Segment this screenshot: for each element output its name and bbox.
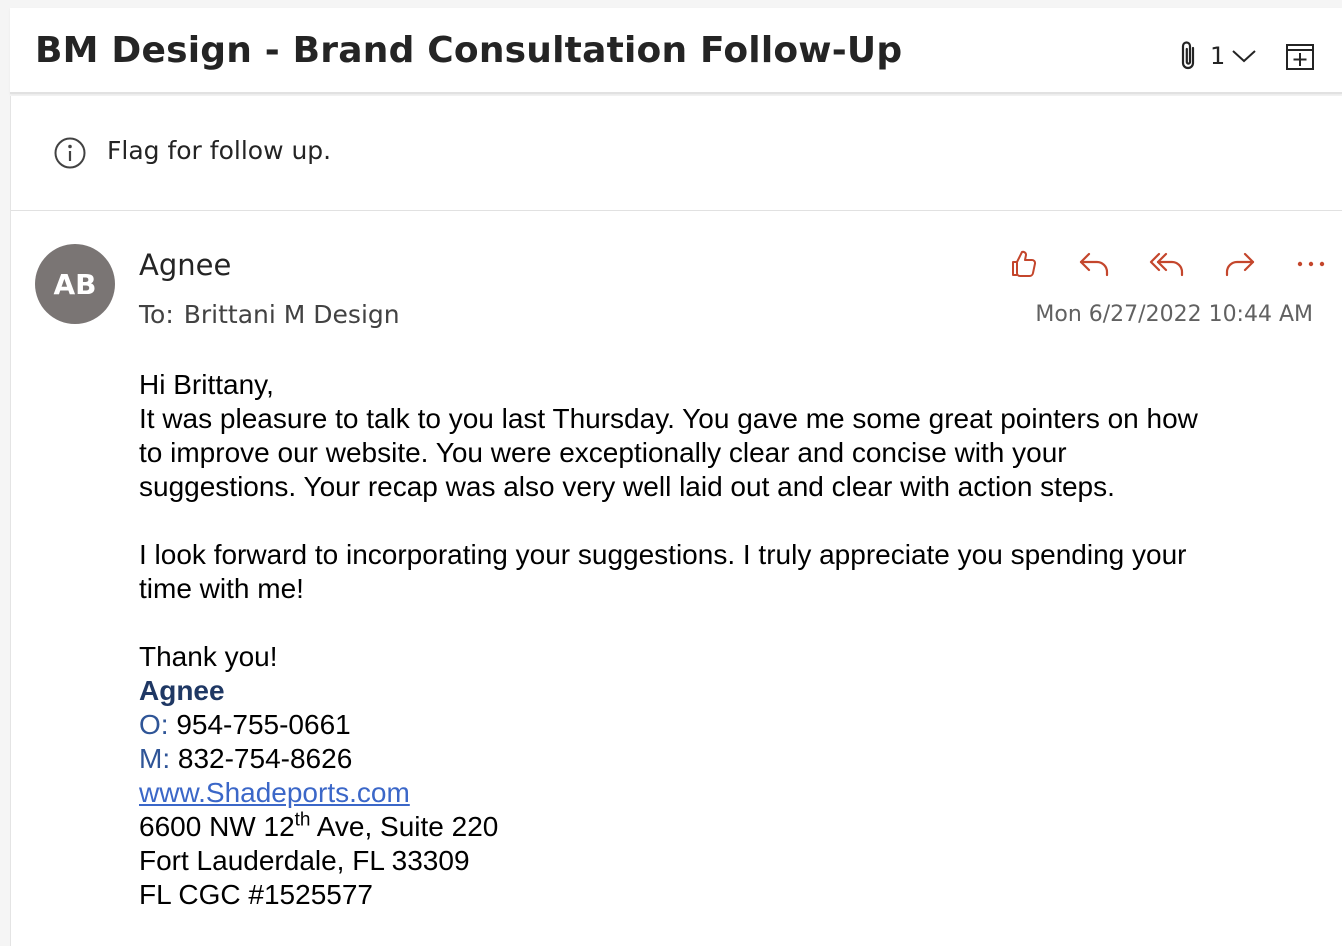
recipient-name[interactable]: Brittani M Design [184,300,400,329]
mail-window: BM Design - Brand Consultation Follow-Up… [0,0,1342,946]
sender-name[interactable]: Agnee [139,248,231,282]
website-link[interactable]: www.Shadeports.com [139,777,410,808]
attachment-toggle[interactable]: 1 [1178,38,1259,74]
message-body: Hi Brittany, It was pleasure to talk to … [139,368,1299,912]
office-label: O: [139,709,169,740]
recipient-line: To: Brittani M Design [139,300,400,329]
to-label: To: [139,300,174,329]
avatar[interactable]: AB [35,244,115,324]
info-icon [53,136,87,170]
subject-title: BM Design - Brand Consultation Follow-Up [35,30,903,71]
attachment-count: 1 [1210,42,1226,70]
flag-message: Flag for follow up. [107,136,332,165]
closing: Thank you! [139,641,278,672]
reply-icon [1077,249,1113,279]
address-street: 6600 NW 12 [139,811,295,842]
open-in-new-window-icon[interactable] [1282,38,1318,74]
address-suite: Ave, Suite 220 [310,811,499,842]
body-line: to improve our website. You were excepti… [139,437,1067,468]
body-line: time with me! [139,573,304,604]
info-bar: Flag for follow up. [11,96,1342,211]
reply-button[interactable] [1059,244,1131,284]
license-line: FL CGC #1525577 [139,879,373,910]
body-line: I look forward to incorporating your sug… [139,539,1187,570]
office-phone-line: O: 954-755-0661 [139,708,1299,742]
mobile-phone-line: M: 832-754-8626 [139,742,1299,776]
address-ordinal: th [294,809,311,831]
reply-all-icon [1148,249,1186,279]
message-actions [987,244,1342,284]
reading-pane: Flag for follow up. AB Agnee To: Brittani… [10,96,1342,946]
address-line: 6600 NW 12th Ave, Suite 220 [139,810,1299,844]
paperclip-icon [1178,39,1200,73]
body-line: suggestions. Your recap was also very we… [139,471,1115,502]
more-actions-button[interactable] [1275,244,1342,284]
mobile-label: M: [139,743,171,774]
sent-date: Mon 6/27/2022 10:44 AM [1035,302,1313,327]
city-line: Fort Lauderdale, FL 33309 [139,845,470,876]
signature-name: Agnee [139,675,225,706]
forward-button[interactable] [1203,244,1275,284]
mobile-phone: 832-754-8626 [177,743,353,774]
reply-all-button[interactable] [1131,244,1203,284]
subject-bar: BM Design - Brand Consultation Follow-Up… [10,8,1342,94]
office-phone: 954-755-0661 [176,709,351,740]
body-line: It was pleasure to talk to you last Thur… [139,403,1198,434]
greeting: Hi Brittany, [139,369,274,400]
chevron-down-icon[interactable] [1229,46,1259,66]
like-button[interactable] [987,244,1059,284]
forward-icon [1221,249,1257,279]
thumbs-up-icon [1008,248,1038,280]
more-icon [1295,259,1327,269]
